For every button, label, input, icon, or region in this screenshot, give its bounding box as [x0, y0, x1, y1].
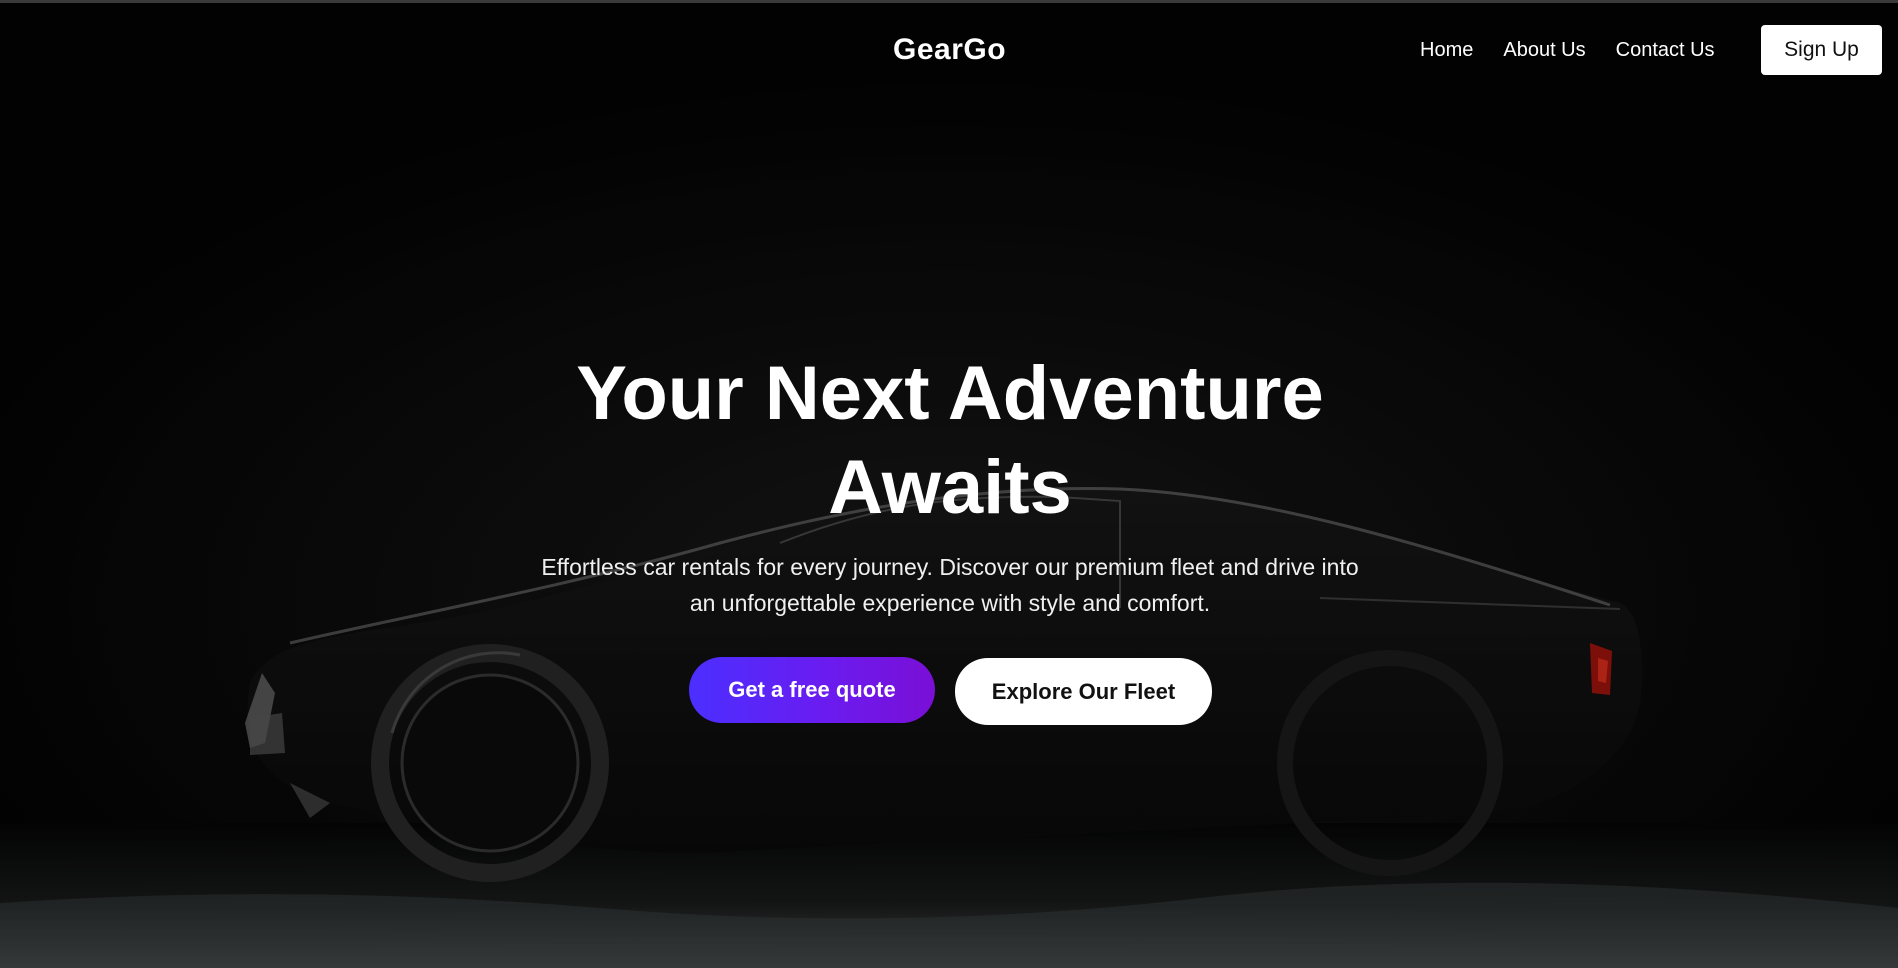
hero-title-line-1: Your Next Adventure	[576, 351, 1324, 436]
hero-subtitle: Effortless car rentals for every journey…	[500, 549, 1400, 621]
brand-logo[interactable]: GearGo	[893, 33, 1006, 67]
main-nav: Home About Us Contact Us	[1420, 39, 1715, 62]
nav-home-link[interactable]: Home	[1420, 39, 1473, 62]
get-quote-button[interactable]: Get a free quote	[689, 657, 935, 723]
nav-contact-link[interactable]: Contact Us	[1616, 39, 1715, 62]
hero-title: Your Next Adventure Awaits	[450, 347, 1450, 535]
sign-up-button[interactable]: Sign Up	[1761, 25, 1882, 75]
hero-subtitle-line-2: an unforgettable experience with style a…	[689, 590, 1211, 616]
landing-page: GearGo Home About Us Contact Us Sign Up …	[0, 0, 1898, 968]
nav-about-link[interactable]: About Us	[1503, 39, 1585, 62]
explore-fleet-button[interactable]: Explore Our Fleet	[955, 658, 1212, 725]
hero-subtitle-line-1: Effortless car rentals for every journey…	[541, 554, 1359, 580]
hero-title-line-2: Awaits	[828, 445, 1072, 530]
